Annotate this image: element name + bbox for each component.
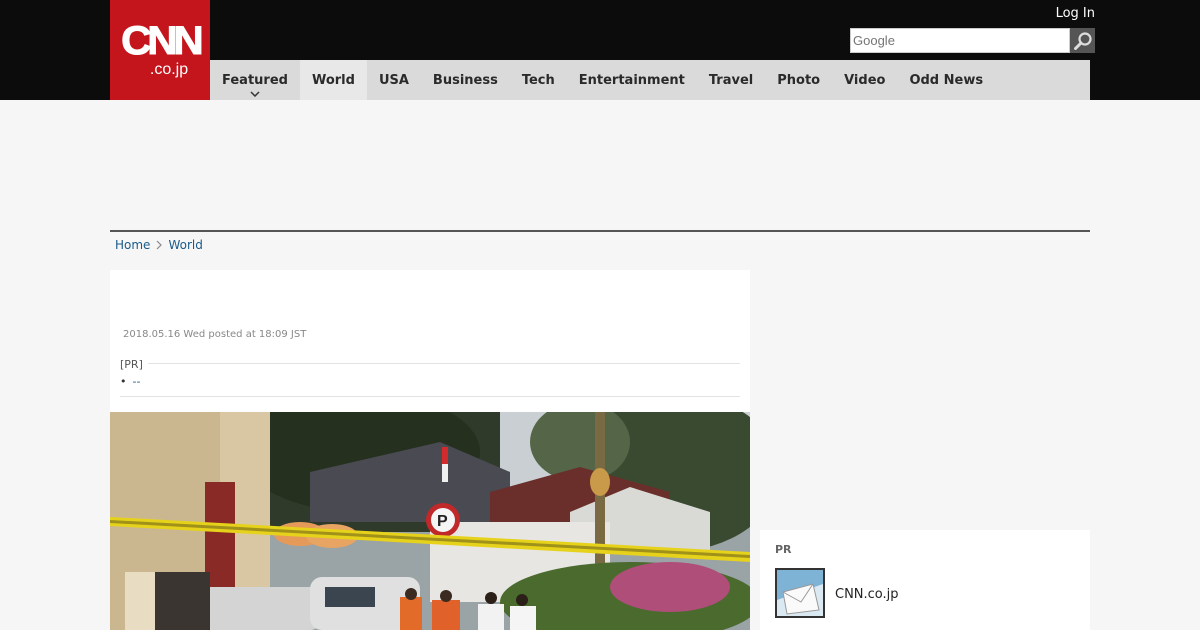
nav-item-label: Travel xyxy=(708,72,754,88)
search-icon xyxy=(1073,31,1092,50)
envelope-icon xyxy=(777,570,823,616)
login-link[interactable]: Log In xyxy=(1056,6,1095,21)
nav-item-entertainment[interactable]: Entertainment xyxy=(567,60,697,100)
main-nav: Featured World USA Business Tech Enterta… xyxy=(210,60,1090,100)
nav-item-label: Featured xyxy=(222,72,288,88)
pr-link[interactable]: -- xyxy=(133,375,141,388)
nav-item-odd-news[interactable]: Odd News xyxy=(897,60,995,100)
chevron-right-icon xyxy=(157,240,163,250)
logo-sub-text: .co.jp xyxy=(149,61,189,78)
nav-item-video[interactable]: Video xyxy=(832,60,897,100)
nav-item-label: World xyxy=(311,72,355,88)
nav-item-label: USA xyxy=(378,72,409,88)
nav-item-label: Video xyxy=(844,72,886,88)
nav-item-business[interactable]: Business xyxy=(421,60,510,100)
breadcrumb-world[interactable]: World xyxy=(168,238,202,252)
article-date: 2018.05.16 Wed posted at 18:09 JST xyxy=(123,329,307,340)
breadcrumb: Home World xyxy=(115,238,203,252)
sidebar-thumbnail[interactable] xyxy=(775,568,825,618)
nav-item-label: Entertainment xyxy=(578,72,685,88)
svg-text:P: P xyxy=(437,513,448,530)
bullet-icon: • xyxy=(120,375,127,388)
sidebar-pr-box: PR CNN.co.jp xyxy=(760,530,1090,630)
section-divider xyxy=(110,230,1090,232)
search-input[interactable] xyxy=(851,29,1069,52)
article-photo-image: P xyxy=(110,412,750,630)
nav-item-label: Photo xyxy=(777,72,821,88)
search-box[interactable] xyxy=(850,28,1070,53)
breadcrumb-home[interactable]: Home xyxy=(115,238,150,252)
nav-item-photo[interactable]: Photo xyxy=(765,60,832,100)
pr-list-item: • -- xyxy=(120,375,740,388)
pr-label: [PR] xyxy=(120,356,148,371)
chevron-down-icon xyxy=(250,91,260,97)
sidebar-link[interactable]: CNN.co.jp xyxy=(835,587,899,602)
pr-block: [PR] • -- xyxy=(120,356,740,397)
nav-item-label: Business xyxy=(432,72,498,88)
nav-item-label: Odd News xyxy=(909,72,984,88)
nav-item-featured[interactable]: Featured xyxy=(210,60,300,100)
logo-main-text: CNN xyxy=(120,19,204,63)
nav-item-world[interactable]: World xyxy=(299,60,367,100)
nav-item-travel[interactable]: Travel xyxy=(697,60,765,100)
search-button[interactable] xyxy=(1070,28,1095,53)
nav-item-tech[interactable]: Tech xyxy=(510,60,567,100)
cnn-logo[interactable]: CNN .co.jp xyxy=(110,0,210,100)
sidebar-pr-title: PR xyxy=(775,543,792,556)
nav-item-usa[interactable]: USA xyxy=(367,60,421,100)
article-photo: P xyxy=(110,412,750,630)
nav-item-label: Tech xyxy=(521,72,555,88)
article-card: 2018.05.16 Wed posted at 18:09 JST [PR] … xyxy=(110,270,750,630)
